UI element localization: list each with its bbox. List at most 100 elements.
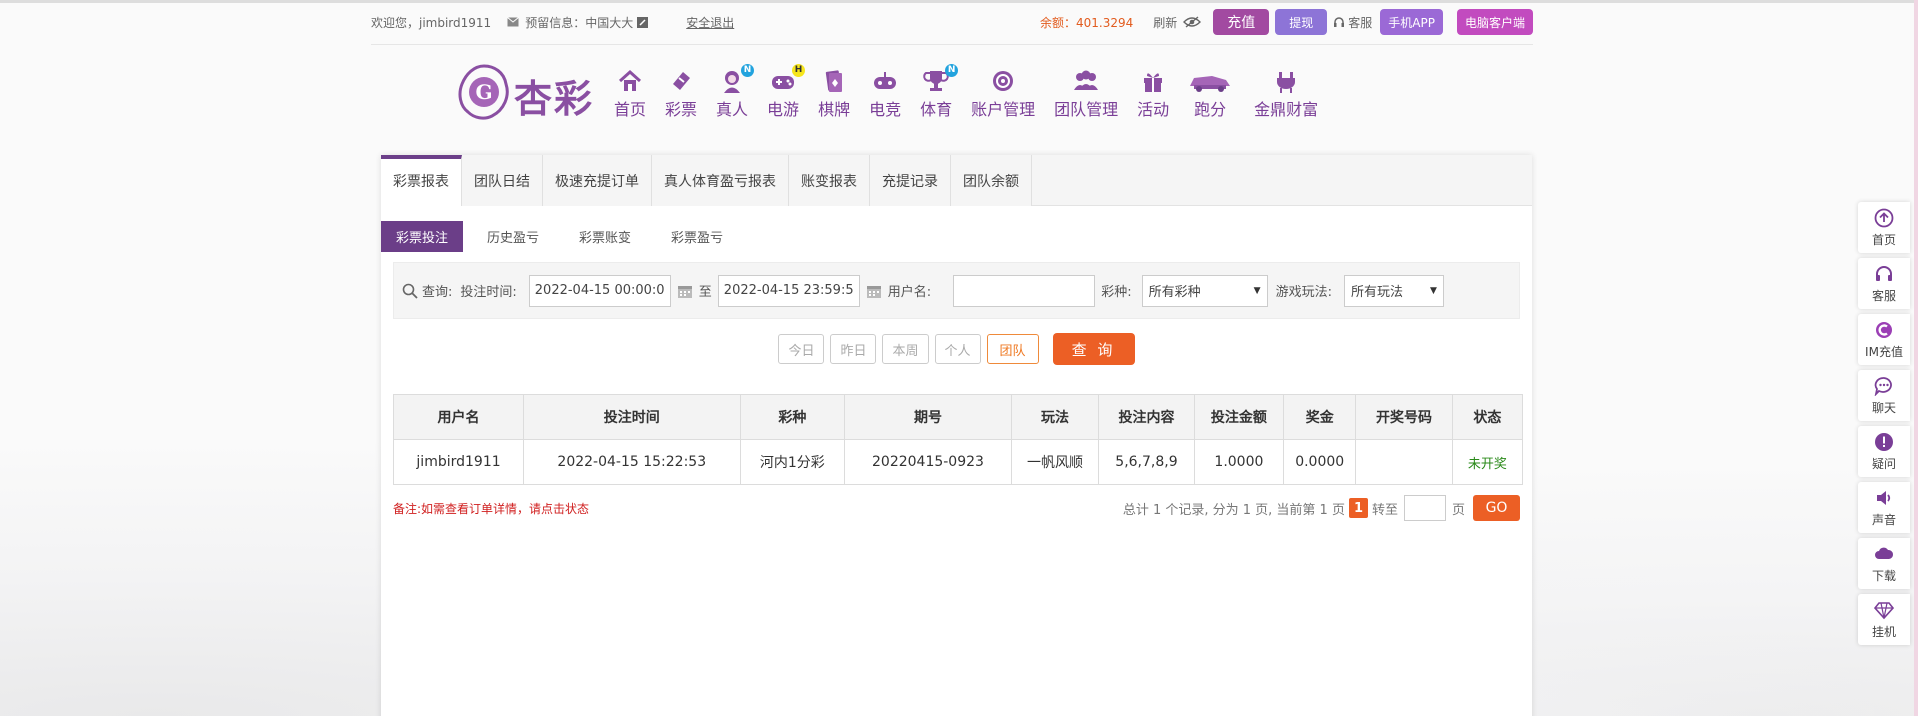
page-input[interactable] xyxy=(1403,495,1446,521)
pc-client-button[interactable]: 电脑客户端 xyxy=(1456,9,1533,35)
side-faq-button[interactable]: 疑问 xyxy=(1858,426,1910,477)
subtab-history-pnl[interactable]: 历史盈亏 xyxy=(472,221,554,252)
query-button[interactable]: 查 询 xyxy=(1052,333,1135,365)
tab-team-balance[interactable]: 团队余额 xyxy=(951,155,1032,206)
pagination-summary: 总计 1 个记录, 分为 1 页, 当前第 1 页 xyxy=(1122,502,1345,518)
username-label: 用户名: xyxy=(887,285,932,300)
col-prize: 奖金 xyxy=(1283,394,1357,440)
tab-lottery-report[interactable]: 彩票报表 xyxy=(381,155,462,206)
top-bar-right: 余额：401.3294 刷新 充值 提现 客服 手机APP 电脑客户端 xyxy=(1040,9,1533,35)
side-sound-button[interactable]: 声音 xyxy=(1858,482,1910,533)
cell-lottery: 河内1分彩 xyxy=(739,439,846,485)
table-row: jimbird1911 2022-04-15 15:22:53 河内1分彩 20… xyxy=(392,439,1524,485)
team-button[interactable]: 团队 xyxy=(986,334,1039,364)
end-time-input[interactable] xyxy=(717,274,860,307)
ding-icon xyxy=(1277,72,1296,93)
hide-balance-icon[interactable] xyxy=(1183,16,1202,28)
site-logo[interactable]: G 杏彩 xyxy=(456,62,606,122)
nav-item-cards[interactable]: 棋牌 xyxy=(818,68,850,120)
service-link[interactable]: 客服 xyxy=(1333,14,1372,31)
nav-item-egames[interactable]: H 电游 xyxy=(767,64,806,120)
withdraw-button[interactable]: 提现 xyxy=(1275,9,1328,35)
side-im-recharge-button[interactable]: IM充值 xyxy=(1858,314,1910,365)
nav-label: 彩票 xyxy=(665,100,698,119)
nav-badge: N xyxy=(741,64,755,77)
side-home-button[interactable]: 首页 xyxy=(1858,202,1910,253)
side-label: 声音 xyxy=(1871,512,1896,527)
top-bar-divider xyxy=(371,44,1533,45)
headset-icon xyxy=(1876,265,1892,281)
mobile-app-button[interactable]: 手机APP xyxy=(1380,9,1443,35)
side-service-button[interactable]: 客服 xyxy=(1858,258,1910,309)
calendar-icon[interactable] xyxy=(866,283,882,299)
calendar-icon[interactable] xyxy=(677,283,693,299)
this-week-button[interactable]: 本周 xyxy=(882,334,929,364)
envelope-icon xyxy=(507,17,520,27)
side-chat-button[interactable]: 聊天 xyxy=(1858,370,1910,421)
side-label: IM充值 xyxy=(1865,344,1903,359)
status-link[interactable]: 未开奖 xyxy=(1451,439,1524,485)
edit-icon[interactable] xyxy=(637,16,649,28)
side-download-button[interactable]: 下载 xyxy=(1858,538,1910,589)
nav-item-team[interactable]: 团队管理 xyxy=(1054,68,1118,120)
table-header-row: 用户名 投注时间 彩种 期号 玩法 投注内容 投注金额 奖金 开奖号码 状态 xyxy=(392,394,1524,440)
cell-bet-content: 5,6,7,8,9 xyxy=(1098,439,1195,485)
refresh-link[interactable]: 刷新 xyxy=(1153,14,1177,31)
cell-prize: 0.0000 xyxy=(1283,439,1357,485)
headset-icon xyxy=(1334,17,1345,27)
search-icon xyxy=(402,283,418,299)
tab-fast-deposit-orders[interactable]: 极速充提订单 xyxy=(543,155,652,206)
main-nav: 首页 彩票 N 真人 H 电游 棋牌 电竞 N 体育 账户管理 团队管理 活动 xyxy=(614,64,1337,120)
subtab-lottery-pnl[interactable]: 彩票盈亏 xyxy=(656,221,738,252)
nav-item-lottery[interactable]: 彩票 xyxy=(665,68,697,120)
nav-label: 活动 xyxy=(1137,100,1170,119)
recharge-button[interactable]: 充值 xyxy=(1213,9,1270,35)
esports-controller-icon xyxy=(874,72,897,89)
tab-team-daily[interactable]: 团队日结 xyxy=(462,155,543,206)
col-issue: 期号 xyxy=(844,394,1012,440)
filter-bar: 查询: 投注时间: 至 用户名: 彩种: 所有彩种 ▼ 游戏玩法: 所有玩法 ▼ xyxy=(393,262,1520,319)
col-username: 用户名 xyxy=(392,394,525,440)
tab-live-sports-pnl[interactable]: 真人体育盈亏报表 xyxy=(652,155,789,206)
personal-button[interactable]: 个人 xyxy=(934,334,981,364)
side-hangup-button[interactable]: 挂机 xyxy=(1858,594,1910,645)
nav-item-account[interactable]: 账户管理 xyxy=(971,68,1035,120)
today-button[interactable]: 今日 xyxy=(778,334,825,364)
nav-item-live[interactable]: N 真人 xyxy=(716,64,755,120)
col-play: 玩法 xyxy=(1010,394,1100,440)
username-input[interactable] xyxy=(953,274,1096,307)
yesterday-button[interactable]: 昨日 xyxy=(830,334,877,364)
query-label: 查询: xyxy=(422,285,453,300)
exclamation-circle-icon xyxy=(1875,432,1893,451)
play-type-value: 所有玩法 xyxy=(1350,285,1403,300)
nav-item-esports[interactable]: 电竞 xyxy=(869,68,901,120)
speaker-icon xyxy=(1877,490,1891,505)
logo-text: 杏彩 xyxy=(514,76,595,121)
start-time-input[interactable] xyxy=(528,274,671,307)
report-panel: 彩票报表 团队日结 极速充提订单 真人体育盈亏报表 账变报表 充提记录 团队余额… xyxy=(381,155,1532,716)
play-type-select[interactable]: 所有玩法 ▼ xyxy=(1343,274,1444,307)
col-status: 状态 xyxy=(1451,394,1524,440)
page-number-button[interactable]: 1 xyxy=(1348,498,1368,518)
tab-account-changes[interactable]: 账变报表 xyxy=(789,155,870,206)
logout-link[interactable]: 安全退出 xyxy=(686,14,734,31)
nav-item-run[interactable]: 跑分 xyxy=(1188,68,1232,120)
nav-item-activity[interactable]: 活动 xyxy=(1137,68,1169,120)
subtab-lottery-changes[interactable]: 彩票账变 xyxy=(564,221,646,252)
side-label: 客服 xyxy=(1871,288,1896,303)
goto-label: 转至 xyxy=(1371,502,1398,518)
top-bar: 欢迎您，jimbird1911 预留信息：中国大大 安全退出 余额：401.32… xyxy=(371,9,1533,35)
col-bet-time: 投注时间 xyxy=(523,394,741,440)
subtab-lottery-bets[interactable]: 彩票投注 xyxy=(381,221,464,252)
tab-deposit-withdraw-records[interactable]: 充提记录 xyxy=(870,155,951,206)
nav-item-home[interactable]: 首页 xyxy=(614,68,646,120)
nav-item-sports[interactable]: N 体育 xyxy=(920,64,959,120)
go-button[interactable]: GO xyxy=(1473,495,1520,521)
service-label: 客服 xyxy=(1348,15,1373,30)
nav-item-wealth[interactable]: 金鼎财富 xyxy=(1254,68,1318,120)
lottery-type-select[interactable]: 所有彩种 ▼ xyxy=(1141,274,1268,307)
nav-label: 电竞 xyxy=(869,100,902,119)
cell-bet-amount: 1.0000 xyxy=(1193,439,1285,485)
lottery-type-label: 彩种: xyxy=(1101,285,1132,300)
side-label: 下载 xyxy=(1871,568,1896,583)
